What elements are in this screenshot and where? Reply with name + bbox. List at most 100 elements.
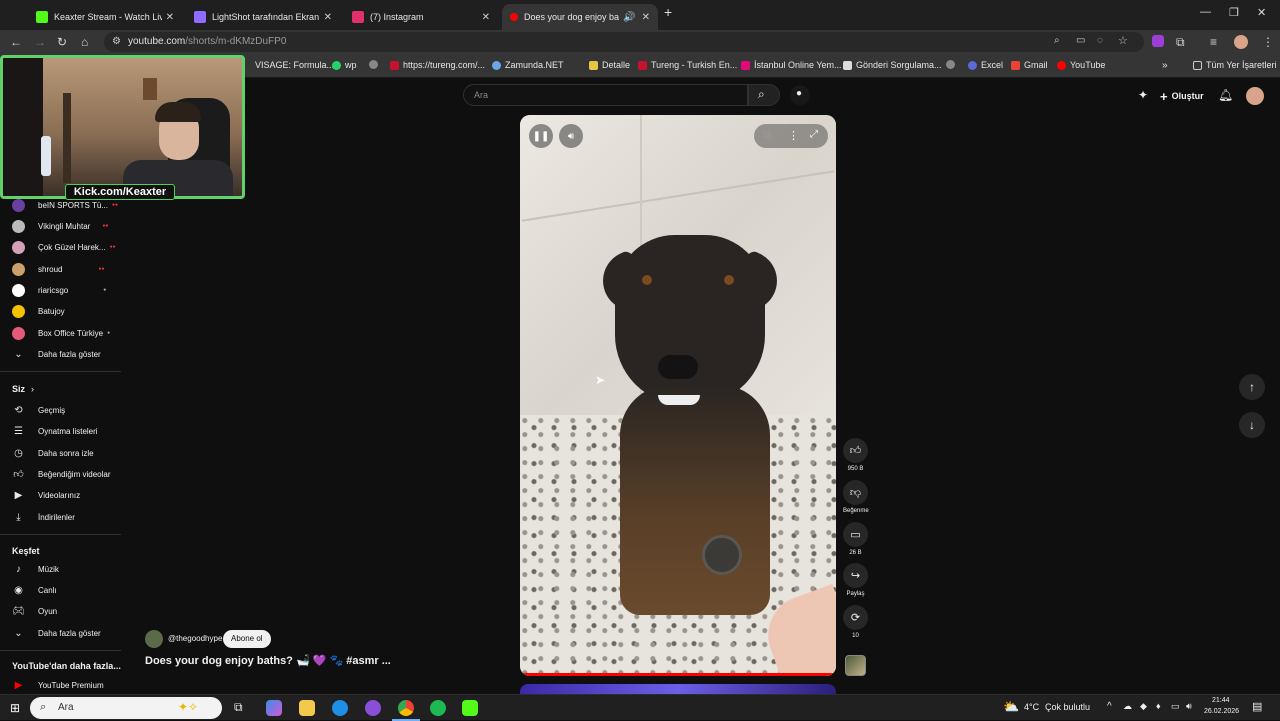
home-icon[interactable]: ⌂ [81, 35, 88, 49]
sidebar-sub-box-office[interactable]: Box Office Türkiye ● [12, 324, 110, 342]
next-short-button[interactable]: ↓ [1239, 412, 1265, 438]
channel-avatar[interactable] [145, 630, 163, 648]
bookmark-star-icon[interactable]: ☆ [1118, 34, 1128, 47]
clock-date[interactable]: 26.02.2026 [1204, 708, 1239, 715]
address-bar[interactable]: ⚙ youtube.com/shorts/m-dKMzDuFP0 ⌕ ▭ ◌ ☆ [104, 32, 1144, 52]
cast-icon[interactable]: ▭ [1076, 35, 1085, 46]
sidebar-sub-vikingli[interactable]: Vikingli Muhtar ●● [12, 217, 108, 235]
bookmark-tureng-url[interactable]: https://tureng.com/... [390, 60, 485, 70]
minimize-button[interactable]: — [1200, 6, 1211, 18]
account-avatar[interactable] [1246, 87, 1264, 105]
search-button[interactable]: ⌕ [748, 84, 780, 106]
remix-action[interactable]: ⟳ 10 [843, 605, 868, 639]
audio-track-thumbnail[interactable] [845, 655, 866, 676]
next-short-preview[interactable] [520, 684, 836, 694]
sparkle-icon[interactable]: ✦ [1138, 88, 1148, 102]
shorts-video-player[interactable]: ❚❚ 🔊︎ ▤ ⋮ ⤢ [520, 115, 836, 676]
kick-app-icon[interactable] [462, 700, 478, 716]
sidebar-item-music[interactable]: ♪ Müzik [12, 560, 59, 578]
sidebar-sub-batujoy[interactable]: Batujoy [12, 302, 65, 320]
sidebar-item-premium[interactable]: ▶ YouTube Premium [12, 676, 104, 694]
close-tab-icon[interactable]: ✕ [324, 12, 332, 23]
all-bookmarks[interactable]: Tüm Yer İşaretleri [1193, 60, 1277, 70]
dislike-icon[interactable]: 👎︎ [843, 480, 868, 505]
sidebar-explore-show-more[interactable]: ⌄ Daha fazla göster [12, 624, 100, 642]
sidebar-item-gaming[interactable]: 🎮︎ Oyun [12, 602, 57, 620]
close-tab-icon[interactable]: ✕ [642, 12, 650, 23]
bookmark-youtube[interactable]: YouTube [1057, 60, 1105, 70]
fullscreen-icon[interactable]: ⤢ [810, 129, 818, 140]
clock-time[interactable]: 21:44 [1212, 697, 1230, 704]
new-tab-button[interactable]: + [664, 4, 672, 20]
sidebar-item-playlists[interactable]: ☰ Oynatma listeleri [12, 422, 98, 440]
share-icon[interactable]: ↪ [843, 563, 868, 588]
tab-youtube-short[interactable]: Does your dog enjoy baths 🔊 ✕ [502, 4, 658, 30]
video-progress-bar[interactable] [520, 673, 836, 676]
subscribe-button[interactable]: Abone ol [223, 630, 271, 648]
create-button[interactable]: + Oluştur [1160, 86, 1204, 106]
reload-icon[interactable]: ↻ [57, 35, 67, 49]
network-icon[interactable]: ▭ [1171, 701, 1180, 712]
notifications-bell-icon[interactable]: 🔔︎ [1218, 88, 1233, 102]
microphone-tray-icon[interactable]: ♦ [1156, 701, 1161, 711]
sidebar-sub-shroud[interactable]: shroud ●● [12, 260, 105, 278]
tab-instagram[interactable]: (7) Instagram ✕ [344, 4, 498, 30]
back-icon[interactable]: ← [10, 35, 22, 49]
audio-playing-icon[interactable]: 🔊 [623, 12, 635, 23]
like-action[interactable]: 👍︎ 950 B [843, 438, 868, 472]
sidebar-sub-bein[interactable]: beIN SPORTS Tü... ●● [12, 196, 118, 214]
sidebar-item-live[interactable]: ◉ Canlı [12, 581, 57, 599]
dislike-action[interactable]: 👎︎ Beğenme [843, 480, 869, 514]
voice-search-button[interactable]: ● [790, 85, 810, 105]
sidebar-sub-cok-guzel[interactable]: Çok Güzel Harek... ●● [12, 238, 116, 256]
maximize-button[interactable]: ❐ [1229, 6, 1239, 19]
weather-icon[interactable]: ⛅ [1003, 699, 1019, 715]
spotify-icon[interactable] [430, 700, 446, 716]
task-view-icon[interactable]: ⧉ [234, 700, 243, 715]
comments-action[interactable]: ▭ 26 B [843, 522, 868, 556]
comment-icon[interactable]: ▭ [843, 522, 868, 547]
bookmark-globe[interactable] [369, 60, 382, 69]
share-action[interactable]: ↪ Paylaş [843, 563, 868, 597]
sidebar-show-more[interactable]: ⌄ Daha fazla göster [12, 345, 100, 363]
tray-app-icon[interactable]: ◆ [1140, 701, 1147, 712]
sidebar-item-liked[interactable]: 👍︎ Beğendiğim videolar [12, 465, 110, 483]
notification-center-icon[interactable]: ▤ [1252, 700, 1262, 713]
channel-handle[interactable]: @thegoodhype [168, 634, 222, 643]
copilot-icon[interactable] [266, 700, 282, 716]
taskbar-search-input[interactable]: ⌕ Ara ✦✧ [30, 697, 222, 719]
extension-icon[interactable] [1152, 35, 1164, 47]
search-input[interactable]: Ara [463, 84, 748, 106]
tab-lightshot[interactable]: LightShot tarafından Ekran Gön ✕ [186, 4, 340, 30]
windows-start-icon[interactable]: ⊞ [10, 701, 20, 715]
onedrive-icon[interactable]: ☁ [1123, 701, 1132, 712]
profile-avatar[interactable] [1234, 35, 1248, 49]
bookmark-gonderi[interactable]: Gönderi Sorgulama... [843, 60, 942, 70]
remix-icon[interactable]: ⟳ [843, 605, 868, 630]
eye-off-icon[interactable]: ◌ [1097, 35, 1103, 46]
bookmark-tureng[interactable]: Tureng - Turkish En... [638, 60, 737, 70]
sidebar-item-history[interactable]: ⟲ Geçmiş [12, 401, 65, 419]
previous-short-button[interactable]: ↑ [1239, 374, 1265, 400]
app-icon[interactable] [365, 700, 381, 716]
pause-button[interactable]: ❚❚ [529, 124, 553, 148]
like-icon[interactable]: 👍︎ [843, 438, 868, 463]
bookmark-wp[interactable]: wp [332, 60, 357, 70]
tab-keaxter-stream[interactable]: Keaxter Stream - Watch Live on ✕ [28, 4, 182, 30]
bookmark-istanbul-online[interactable]: İstanbul Online Yem... [741, 60, 842, 70]
speaker-icon[interactable]: 🔊︎ [1186, 701, 1192, 712]
forward-icon[interactable]: → [34, 35, 46, 49]
bookmark-globe-2[interactable] [946, 60, 959, 69]
sidebar-item-watch-later[interactable]: ◷ Daha sonra izle [12, 444, 93, 462]
zoom-icon[interactable]: ⌕ [1054, 35, 1060, 46]
sidebar-heading-you[interactable]: Siz › [12, 384, 34, 394]
chevron-up-icon[interactable]: ^ [1107, 701, 1112, 712]
captions-icon[interactable]: ▤ [762, 129, 771, 140]
menu-kebab-icon[interactable]: ⋮ [1262, 35, 1274, 49]
volume-button[interactable]: 🔊︎ [559, 124, 583, 148]
more-options-icon[interactable]: ⋮ [788, 129, 799, 142]
sidebar-item-downloads[interactable]: ⤓ İndirilenler [12, 508, 75, 526]
sidebar-item-your-videos[interactable]: ▶ Videolarınız [12, 486, 80, 504]
sidebar-sub-riaricsgo[interactable]: riaricsgo ● [12, 281, 106, 299]
file-explorer-icon[interactable] [299, 700, 315, 716]
